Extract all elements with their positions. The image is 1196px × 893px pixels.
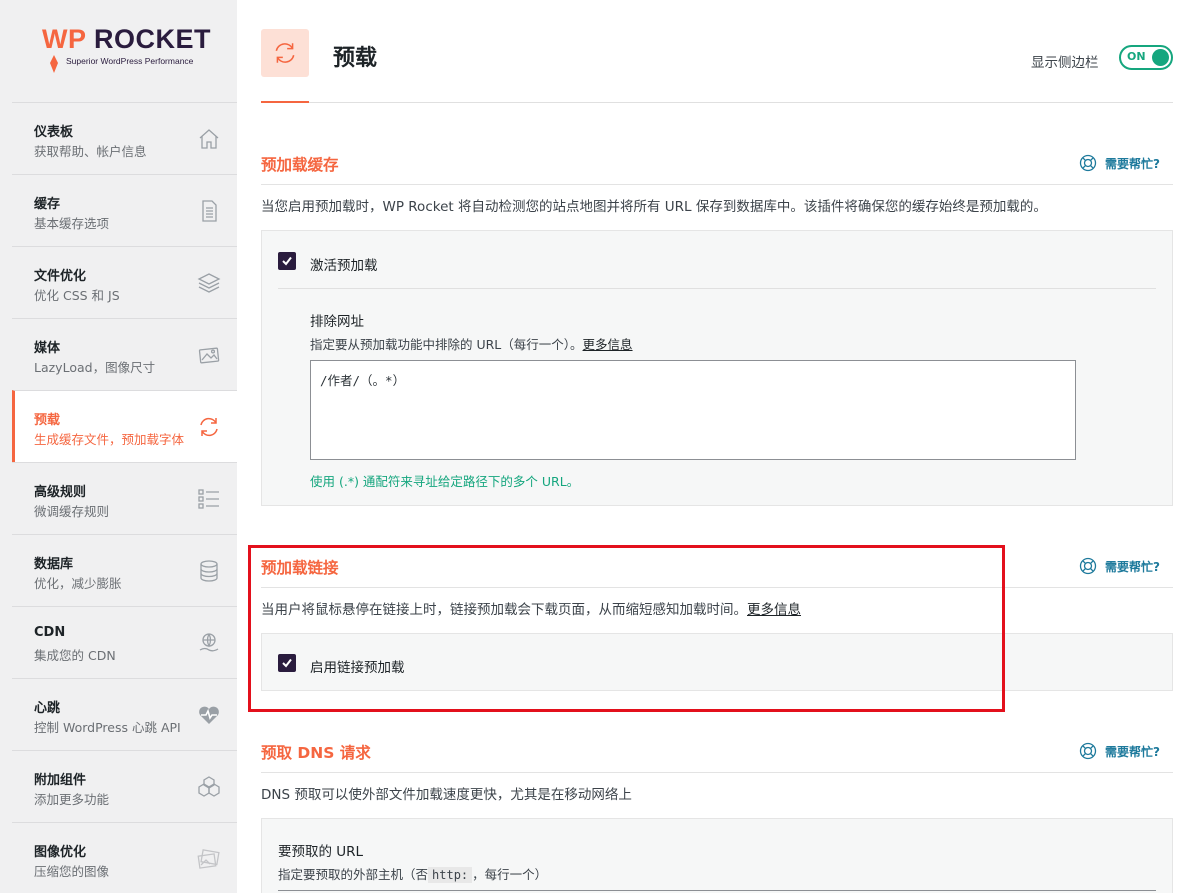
sidebar-item-database[interactable]: 数据库 优化，减少膨胀 — [12, 534, 237, 606]
sidebar-item-desc: 集成您的 CDN — [34, 648, 116, 663]
help-link-preload-cache[interactable]: 需要帮忙? — [1079, 154, 1160, 172]
sidebar-item-title: 数据库 — [34, 557, 74, 572]
sidebar: WP ROCKET Superior WordPress Performance… — [0, 0, 237, 893]
images-icon — [197, 849, 220, 869]
sidebar-item-desc: 生成缓存文件，预加载字体 — [34, 432, 185, 447]
cubes-icon — [198, 776, 220, 797]
more-info-link[interactable]: 更多信息 — [583, 337, 633, 352]
help-label: 需要帮忙? — [1105, 744, 1160, 759]
sidebar-item-title: 附加组件 — [34, 773, 87, 788]
sidebar-item-title: 仪表板 — [34, 125, 74, 140]
rocket-flame-icon — [50, 55, 58, 73]
help-label: 需要帮忙? — [1105, 156, 1160, 171]
dns-urls-desc-post: ，每行一个） — [472, 867, 548, 882]
sidebar-item-title: 文件优化 — [34, 269, 87, 284]
activate-preload-label: 激活预加载 — [310, 258, 378, 274]
image-icon — [198, 347, 220, 364]
sidebar-item-file-optimization[interactable]: 文件优化 优化 CSS 和 JS — [12, 246, 237, 318]
show-sidebar-label: 显示侧边栏 — [1031, 55, 1099, 71]
sidebar-item-heartbeat[interactable]: 心跳 控制 WordPress 心跳 API — [12, 678, 237, 750]
sidebar-item-addons[interactable]: 附加组件 添加更多功能 — [12, 750, 237, 822]
preload-cache-panel: 激活预加载 排除网址 指定要从预加载功能中排除的 URL（每行一个）。更多信息 … — [261, 230, 1173, 506]
dns-urls-title: 要预取的 URL — [278, 844, 364, 860]
sidebar-item-desc: 优化，减少膨胀 — [34, 576, 122, 591]
list-icon — [198, 489, 219, 509]
logo-rocket-text: ROCKET — [94, 24, 212, 54]
layers-icon — [197, 273, 221, 293]
sidebar-item-title: 高级规则 — [34, 485, 87, 500]
preload-cache-desc: 当您启用预加载时，WP Rocket 将自动检测您的站点地图并将所有 URL 保… — [261, 199, 1047, 215]
section-divider — [261, 184, 1173, 185]
logo-tagline: Superior WordPress Performance — [66, 56, 194, 66]
preload-header-icon — [261, 29, 309, 77]
page-title: 预载 — [333, 46, 378, 71]
globe-hand-icon — [199, 633, 219, 652]
file-icon — [202, 200, 217, 222]
sidebar-item-desc: 微调缓存规则 — [34, 504, 110, 519]
sidebar-item-desc: 基本缓存选项 — [34, 216, 110, 231]
sidebar-item-image-optimization[interactable]: 图像优化 压缩您的图像 — [12, 822, 237, 893]
exclude-urls-textarea[interactable]: /作者/（。*） — [310, 360, 1076, 460]
sidebar-item-title: 心跳 — [34, 701, 61, 716]
database-icon — [200, 560, 218, 582]
panel-divider — [278, 288, 1156, 289]
wp-rocket-logo[interactable]: WP ROCKET Superior WordPress Performance — [0, 0, 237, 102]
toggle-knob — [1152, 49, 1169, 66]
dns-urls-desc-pre: 指定要预取的外部主机（否 — [278, 867, 429, 882]
dns-prefetch-panel: 要预取的 URL 指定要预取的外部主机（否 http: ，每行一个） — [261, 818, 1173, 893]
home-icon — [199, 129, 219, 149]
refresh-icon — [275, 43, 295, 63]
help-link-dns-prefetch[interactable]: 需要帮忙? — [1079, 742, 1160, 760]
sidebar-item-cache[interactable]: 缓存 基本缓存选项 — [12, 174, 237, 246]
exclude-urls-title: 排除网址 — [310, 314, 364, 330]
refresh-icon — [200, 417, 218, 437]
help-link-preload-links[interactable]: 需要帮忙? — [1079, 557, 1160, 575]
sidebar-item-preload[interactable]: 预载 生成缓存文件，预加载字体 — [12, 390, 237, 462]
sidebar-item-desc: LazyLoad，图像尺寸 — [34, 360, 156, 375]
preload-cache-title: 预加载缓存 — [261, 156, 339, 174]
sidebar-item-advanced-rules[interactable]: 高级规则 微调缓存规则 — [12, 462, 237, 534]
lifebuoy-icon — [1079, 557, 1097, 575]
dns-prefetch-desc: DNS 预取可以使外部文件加载速度更快，尤其是在移动网络上 — [261, 787, 632, 803]
sidebar-item-title: 缓存 — [34, 197, 61, 212]
header-divider — [261, 102, 1173, 103]
lifebuoy-icon — [1079, 742, 1097, 760]
exclude-urls-desc: 指定要从预加载功能中排除的 URL（每行一个）。更多信息 — [310, 334, 633, 353]
sidebar-item-desc: 获取帮助、帐户信息 — [34, 144, 147, 159]
sidebar-item-dashboard[interactable]: 仪表板 获取帮助、帐户信息 — [12, 102, 237, 174]
http-code-snippet: http: — [428, 867, 473, 883]
sidebar-item-cdn[interactable]: CDN 集成您的 CDN — [12, 606, 237, 678]
dns-urls-desc: 指定要预取的外部主机（否 http: ，每行一个） — [278, 864, 547, 883]
section-divider — [261, 772, 1173, 773]
dns-prefetch-title: 预取 DNS 请求 — [261, 744, 371, 762]
sidebar-item-title: CDN — [34, 625, 66, 640]
sidebar-nav: 仪表板 获取帮助、帐户信息 缓存 基本缓存选项 文件优化 优化 CSS 和 JS… — [12, 102, 237, 893]
toggle-state-text: ON — [1127, 50, 1146, 63]
sidebar-item-title: 媒体 — [34, 341, 61, 356]
sidebar-item-media[interactable]: 媒体 LazyLoad，图像尺寸 — [12, 318, 237, 390]
sidebar-item-desc: 优化 CSS 和 JS — [34, 288, 120, 303]
exclude-urls-desc-text: 指定要从预加载功能中排除的 URL（每行一个）。 — [310, 337, 583, 352]
show-sidebar-toggle[interactable]: ON — [1119, 45, 1173, 70]
checkmark-icon — [282, 256, 292, 266]
sidebar-item-desc: 控制 WordPress 心跳 API — [34, 720, 181, 735]
header-accent-underline — [261, 101, 309, 103]
help-label: 需要帮忙? — [1105, 559, 1160, 574]
heartbeat-icon — [199, 706, 219, 724]
logo-wp-text: WP — [42, 24, 87, 54]
dns-urls-textarea-edge[interactable] — [278, 890, 1156, 891]
activate-preload-checkbox[interactable] — [278, 252, 296, 270]
red-highlight-box — [248, 545, 1005, 712]
lifebuoy-icon — [1079, 154, 1097, 172]
wildcard-hint: 使用 (.*) 通配符来寻址给定路径下的多个 URL。 — [310, 474, 580, 489]
sidebar-item-desc: 压缩您的图像 — [34, 864, 110, 879]
sidebar-item-desc: 添加更多功能 — [34, 792, 110, 807]
sidebar-item-title: 预载 — [34, 413, 61, 428]
sidebar-item-title: 图像优化 — [34, 845, 87, 860]
